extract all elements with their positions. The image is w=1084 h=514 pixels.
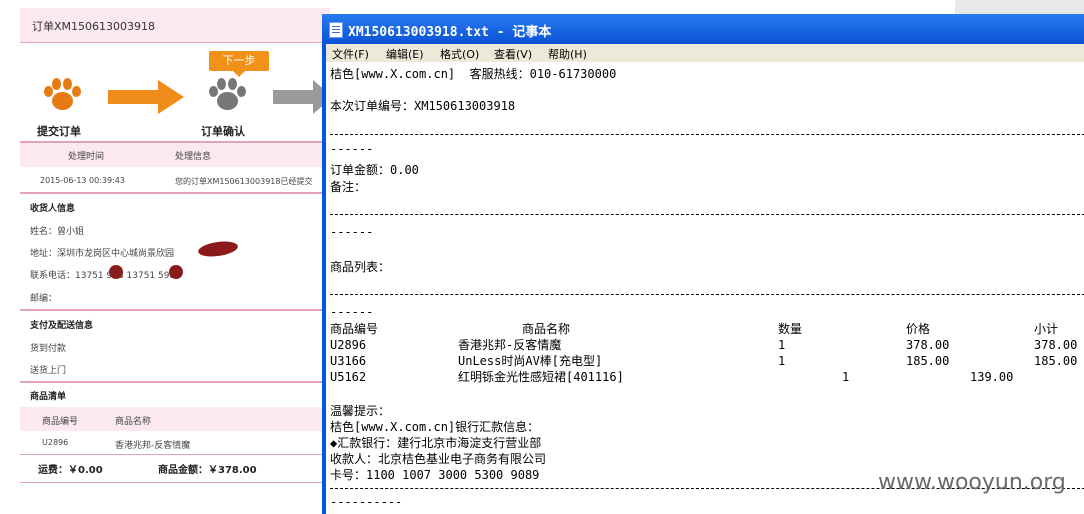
receiver-phone: 联系电话：13751 983 13751 5983 [30, 271, 181, 281]
line-bank-info: 桔色[www.X.com.cn]银行汇款信息： [330, 420, 540, 434]
divider [20, 482, 330, 483]
divider [20, 309, 330, 311]
separator-line [330, 214, 1084, 215]
col-subtotal: 小计 [1034, 322, 1059, 336]
goods-col-no: 商品编号 [42, 417, 79, 427]
shipping-total: 运费：￥0.00 [38, 465, 103, 476]
text-area[interactable]: 桔色[www.X.com.cn] 客服热线：010-61730000 本次订单编… [326, 62, 1084, 514]
divider [20, 381, 330, 383]
paw-gray-icon [208, 78, 246, 112]
line-order-no: 本次订单编号：XM150613003918 [330, 99, 516, 113]
next-step-badge[interactable]: 下一步 [209, 51, 269, 77]
item-qty: 1 [842, 370, 850, 384]
item-price: 378.00 [906, 338, 950, 352]
item-qty: 1 [778, 338, 786, 352]
divider [20, 192, 330, 194]
col-qty: 数量 [778, 322, 803, 336]
step-submit-label: 提交订单 [37, 125, 81, 138]
line-card: 卡号：1100 1007 3000 5300 9089 [330, 468, 540, 482]
log-info: 您的订单XM150613003918已经提交 [175, 177, 313, 186]
log-col-time: 处理时间 [68, 152, 105, 162]
menu-view[interactable]: 查看(V) [494, 46, 532, 62]
col-goods-no: 商品编号 [330, 322, 379, 336]
item-name: 红明铄金光性感短裙[401116] [458, 370, 624, 384]
line-remark: 备注： [330, 180, 367, 194]
receiver-address: 地址：深圳市龙岗区中心城尚景欣园 [30, 249, 175, 259]
col-goods-name: 商品名称 [522, 322, 571, 336]
notepad-icon [329, 22, 343, 38]
item-name: 香港兆邦-反客情魔 [458, 338, 562, 352]
item-no: U5162 [330, 370, 367, 384]
separator-short: ------ [330, 305, 374, 319]
background-strip [955, 0, 1084, 14]
goods-row-name[interactable]: 香港兆邦-反客情魔 [115, 438, 190, 451]
menu-format[interactable]: 格式(O) [440, 46, 479, 62]
log-col-info: 处理信息 [175, 152, 212, 162]
separator-line [330, 134, 1084, 135]
watermark: www.wooyun.org [878, 470, 1066, 495]
line-amount: 订单金额：0.00 [330, 163, 419, 177]
menu-bar: 文件(F) 编辑(E) 格式(O) 查看(V) 帮助(H) [326, 44, 1084, 62]
menu-help[interactable]: 帮助(H) [548, 46, 587, 62]
menu-edit[interactable]: 编辑(E) [386, 46, 424, 62]
item-name: UnLess时尚AV棒[充电型] [458, 354, 603, 368]
window-titlebar[interactable]: XM150613003918.txt - 记事本 [322, 14, 1084, 44]
window-title: XM150613003918.txt - 记事本 [348, 25, 552, 40]
divider [20, 454, 330, 455]
line-hotline: 桔色[www.X.com.cn] 客服热线：010-61730000 [330, 67, 617, 81]
menu-file[interactable]: 文件(F) [332, 46, 369, 62]
delivery-method: 送货上门 [30, 366, 67, 376]
item-no: U3166 [330, 354, 367, 368]
line-bank: ◆汇款银行：建行北京市海淀支行营业部 [330, 436, 542, 450]
redaction-mark [169, 265, 183, 279]
order-header-bar: 订单XM150613003918 [20, 8, 330, 43]
order-web-page: 订单XM150613003918 下一步 提交订单 订单确认 处理时间 处理信息… [0, 0, 330, 510]
log-time: 2015-06-13 00:39:43 [40, 176, 125, 185]
separator-bottom: ---------- [330, 495, 403, 509]
separator-short: ------ [330, 142, 374, 156]
payment-method: 货到付款 [30, 344, 67, 354]
goods-amount-total: 商品金额：￥378.00 [158, 465, 257, 476]
item-qty: 1 [778, 354, 786, 368]
item-price: 185.00 [906, 354, 950, 368]
goods-section-title: 商品清单 [30, 392, 67, 402]
item-subtotal: 378.00 [1034, 338, 1078, 352]
step-confirm-label: 订单确认 [201, 125, 245, 138]
col-price: 价格 [906, 322, 931, 336]
payment-section-title: 支付及配送信息 [30, 321, 94, 331]
goods-row-no: U2896 [42, 438, 69, 447]
redaction-mark [197, 239, 239, 259]
order-header-title: 订单XM150613003918 [32, 20, 156, 33]
separator-line [330, 294, 1084, 295]
line-goods-list: 商品列表： [330, 260, 391, 274]
line-payee: 收款人：北京桔色基业电子商务有限公司 [330, 452, 547, 466]
goods-col-name: 商品名称 [115, 417, 152, 427]
notepad-window[interactable]: XM150613003918.txt - 记事本 文件(F) 编辑(E) 格式(… [322, 14, 1084, 514]
item-no: U2896 [330, 338, 367, 352]
arrow-right-orange-icon [108, 80, 184, 114]
redaction-mark [109, 265, 123, 279]
separator-short: ------ [330, 225, 374, 239]
item-price: 139.00 [970, 370, 1014, 384]
receiver-postcode: 邮编： [30, 294, 58, 304]
item-subtotal: 185.00 [1034, 354, 1078, 368]
paw-orange-icon [43, 78, 81, 112]
line-tip: 温馨提示： [330, 404, 391, 418]
receiver-section-title: 收货人信息 [30, 204, 76, 214]
receiver-name: 姓名：曾小姐 [30, 227, 85, 237]
